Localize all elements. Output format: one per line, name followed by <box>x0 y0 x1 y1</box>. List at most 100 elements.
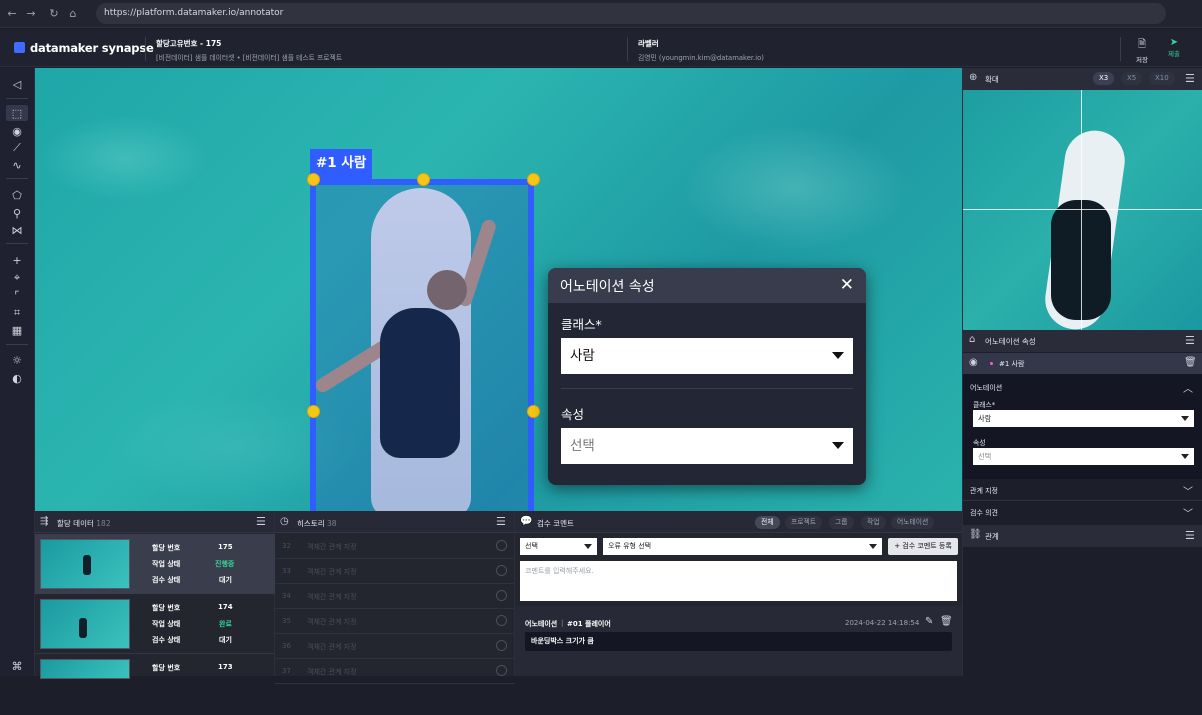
eye-icon[interactable]: ◉ <box>969 357 978 368</box>
filter-group[interactable]: 그룹 <box>829 516 854 529</box>
caret-down-icon <box>584 544 592 549</box>
point-tool-icon[interactable]: ◉ <box>6 123 28 139</box>
corner-tool-icon[interactable]: ⌜ <box>6 287 28 303</box>
popup-header: 어노테이션 속성 ✕ <box>548 268 866 303</box>
review-comment-header: 💬 검수 코멘트 전체 프로젝트 그룹 작업 어노테이션 <box>515 511 962 533</box>
card-thumbnail <box>40 599 130 649</box>
close-icon[interactable]: ✕ <box>840 275 854 295</box>
reload-icon[interactable]: ↻ <box>47 6 61 20</box>
entry-time: 2024-04-22 14:18:54 <box>845 619 920 627</box>
segment-tool-icon[interactable]: ⋈ <box>6 222 28 238</box>
home-icon[interactable]: ⌂ <box>66 6 80 20</box>
chevron-up-icon[interactable]: ︿ <box>1183 380 1193 395</box>
tag-icon: ⌂ <box>969 334 976 345</box>
list-icon: ⇶ <box>40 516 49 527</box>
assigned-card[interactable]: 할당 번호 173 <box>35 655 275 715</box>
chevron-down-icon: ﹀ <box>1183 487 1193 498</box>
rail-divider <box>6 178 28 179</box>
zoom-x10[interactable]: X10 <box>1149 72 1175 85</box>
filter-project[interactable]: 프로젝트 <box>785 516 823 529</box>
comment-textarea[interactable]: 코멘트를 입력해주세요. <box>520 561 957 601</box>
error-type-select[interactable]: 오류 유형 선택 <box>603 538 882 555</box>
comment-icon: 💬 <box>520 516 533 527</box>
relation-assign-row[interactable]: 관계 지정 ﹀ <box>963 479 1202 501</box>
bounding-box[interactable] <box>310 179 534 511</box>
history-row[interactable]: 35 객체간 관계 지정 <box>275 609 515 634</box>
history-row[interactable]: 37 객체간 관계 지정 <box>275 659 515 684</box>
filter-annotation[interactable]: 어노테이션 <box>891 516 935 529</box>
tool-rail: ◁ ⬚ ◉ ⟋ ∿ ⬠ ⚲ ⋈ + ⌖ ⌜ ⌗ ▦ ☼ ◐ ⌘ <box>0 68 35 676</box>
undo-icon[interactable] <box>496 540 507 551</box>
history-row[interactable]: 34 객체간 관계 지정 <box>275 584 515 609</box>
props-class-select[interactable]: 사람 <box>973 410 1194 427</box>
register-comment-button[interactable]: + 검수 코멘트 등록 <box>888 538 958 555</box>
menu-icon[interactable]: ☰ <box>256 515 266 528</box>
back-icon[interactable]: ← <box>5 6 19 20</box>
caret-down-icon <box>869 544 877 549</box>
app-logo: datamaker synapse <box>30 41 154 55</box>
bbox-label[interactable]: #1 사람 <box>310 149 373 179</box>
filter-task[interactable]: 작업 <box>861 516 886 529</box>
bbox-tool-icon[interactable]: ⬚ <box>6 105 28 121</box>
crop-tool-icon[interactable]: ⌗ <box>6 305 28 321</box>
entry-separator: | <box>561 619 564 627</box>
undo-icon[interactable] <box>496 590 507 601</box>
zoom-x5[interactable]: X5 <box>1121 72 1143 85</box>
save-button[interactable]: 🗎 저장 <box>1130 37 1154 64</box>
trash-icon[interactable]: 🗑 <box>1184 357 1197 368</box>
undo-icon[interactable] <box>496 565 507 576</box>
menu-icon[interactable]: ☰ <box>496 515 506 528</box>
header-divider <box>145 37 146 61</box>
caret-down-icon <box>832 352 844 359</box>
undo-icon[interactable] <box>496 640 507 651</box>
filter-all[interactable]: 전체 <box>755 516 780 529</box>
annotation-item-row[interactable]: ◉ #1 사람 🗑 <box>963 353 1202 374</box>
trash-icon[interactable]: 🗑 <box>940 616 953 627</box>
table-tool-icon[interactable]: ▦ <box>6 322 28 338</box>
undo-icon[interactable] <box>496 615 507 626</box>
history-row[interactable]: 36 객체간 관계 지정 <box>275 634 515 659</box>
polyline-tool-icon[interactable]: ⟋ <box>6 140 28 156</box>
pointer-tool-icon[interactable]: ◁ <box>6 76 28 92</box>
zoom-x3[interactable]: X3 <box>1093 72 1115 85</box>
bbox-handle-tl[interactable] <box>307 173 320 186</box>
menu-icon[interactable]: ☰ <box>1185 334 1195 347</box>
add-tool-icon[interactable]: + <box>6 252 28 268</box>
props-header: ⌂ 어노테이션 속성 ☰ <box>963 330 1202 352</box>
fit-screen-icon[interactable]: ⌘ <box>6 658 28 674</box>
brightness-icon[interactable]: ☼ <box>6 352 28 368</box>
review-opinion-row[interactable]: 검수 의견 ﹀ <box>963 501 1202 523</box>
attr-select[interactable]: 선택 <box>561 428 853 464</box>
bbox-handle-right[interactable] <box>527 405 540 418</box>
history-row[interactable]: 32 객체간 관계 지정 <box>275 534 515 559</box>
bbox-handle-left[interactable] <box>307 405 320 418</box>
submit-button[interactable]: ➤ 제출 <box>1162 37 1186 63</box>
address-bar[interactable]: https://platform.datamaker.io/annotator <box>96 3 1166 24</box>
curve-tool-icon[interactable]: ∿ <box>6 157 28 173</box>
class-label: 클래스* <box>561 317 602 332</box>
edit-icon[interactable]: ✎ <box>925 616 933 627</box>
assigned-card[interactable]: 할당 번호 174 작업 상태 완료 검수 상태 대기 <box>35 594 275 654</box>
location-tool-icon[interactable]: ⌖ <box>6 270 28 286</box>
class-select[interactable]: 사람 <box>561 338 853 374</box>
undo-icon[interactable] <box>496 665 507 676</box>
bbox-handle-tr[interactable] <box>527 173 540 186</box>
bbox-handle-top[interactable] <box>417 173 430 186</box>
polygon-tool-icon[interactable]: ⬠ <box>6 187 28 203</box>
comment-target-select[interactable]: 선택 <box>520 538 597 555</box>
keypoint-tool-icon[interactable]: ⚲ <box>6 205 28 221</box>
menu-icon[interactable]: ☰ <box>1185 72 1195 85</box>
assigned-card[interactable]: 할당 번호 175 작업 상태 진행중 검수 상태 대기 <box>35 534 275 594</box>
caret-down-icon <box>832 442 844 449</box>
contrast-icon[interactable]: ◐ <box>6 370 28 386</box>
props-class-label: 클래스* <box>973 401 996 409</box>
annotation-section-title: 어노테이션 <box>970 384 1003 392</box>
forward-icon[interactable]: → <box>24 6 38 20</box>
assign-project-sub: [비전데이터] 샘플 데이터셋 • [비전데이터] 샘플 테스트 프로젝트 <box>156 54 343 62</box>
history-row[interactable]: 33 객체간 관계 지정 <box>275 559 515 584</box>
clock-icon: ◷ <box>280 516 289 527</box>
zoom-preview[interactable] <box>963 90 1202 330</box>
props-attr-select[interactable]: 선택 <box>973 448 1194 465</box>
menu-icon[interactable]: ☰ <box>1185 529 1195 542</box>
zoom-icon: ⊕ <box>969 72 978 83</box>
